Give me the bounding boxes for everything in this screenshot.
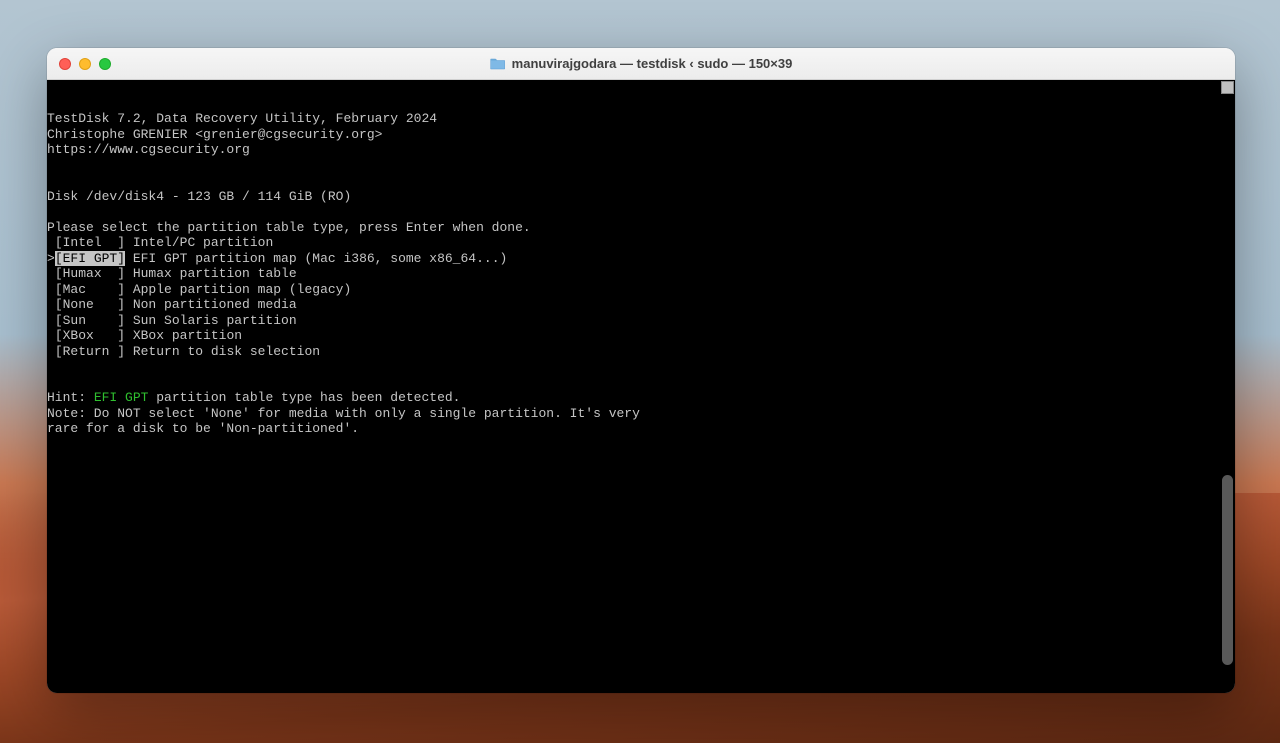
maximize-button[interactable]: [99, 58, 111, 70]
note-line-2: rare for a disk to be 'Non-partitioned'.: [47, 421, 359, 436]
note-line-1: Note: Do NOT select 'None' for media wit…: [47, 406, 640, 421]
close-button[interactable]: [59, 58, 71, 70]
menu-option-intel[interactable]: [Intel ] Intel/PC partition: [47, 235, 273, 250]
detected-type: EFI GPT: [94, 390, 149, 405]
window-title: manuvirajgodara — testdisk ‹ sudo — 150×…: [490, 56, 793, 71]
scrollbar-thumb[interactable]: [1222, 475, 1233, 665]
folder-icon: [490, 57, 506, 70]
menu-option-sun[interactable]: [Sun ] Sun Solaris partition: [47, 313, 297, 328]
prompt-line: Please select the partition table type, …: [47, 220, 531, 235]
disk-info-line: Disk /dev/disk4 - 123 GB / 114 GiB (RO): [47, 189, 351, 204]
scrollbar-track[interactable]: [1220, 80, 1235, 693]
window-title-text: manuvirajgodara — testdisk ‹ sudo — 150×…: [512, 56, 793, 71]
hint-line: Hint: EFI GPT partition table type has b…: [47, 390, 460, 405]
window-controls: [59, 58, 111, 70]
menu-option-mac[interactable]: [Mac ] Apple partition map (legacy): [47, 282, 351, 297]
terminal-window: manuvirajgodara — testdisk ‹ sudo — 150×…: [47, 48, 1235, 693]
app-version-line: TestDisk 7.2, Data Recovery Utility, Feb…: [47, 111, 437, 126]
author-line: Christophe GRENIER <grenier@cgsecurity.o…: [47, 127, 382, 142]
menu-option-return[interactable]: [Return ] Return to disk selection: [47, 344, 320, 359]
window-titlebar[interactable]: manuvirajgodara — testdisk ‹ sudo — 150×…: [47, 48, 1235, 80]
menu-option-none[interactable]: [None ] Non partitioned media: [47, 297, 297, 312]
menu-option-humax[interactable]: [Humax ] Humax partition table: [47, 266, 297, 281]
minimize-button[interactable]: [79, 58, 91, 70]
website-line: https://www.cgsecurity.org: [47, 142, 250, 157]
menu-option-efi-gpt[interactable]: >[EFI GPT] EFI GPT partition map (Mac i3…: [47, 251, 507, 266]
terminal-output[interactable]: TestDisk 7.2, Data Recovery Utility, Feb…: [47, 80, 1235, 693]
menu-option-xbox[interactable]: [XBox ] XBox partition: [47, 328, 242, 343]
